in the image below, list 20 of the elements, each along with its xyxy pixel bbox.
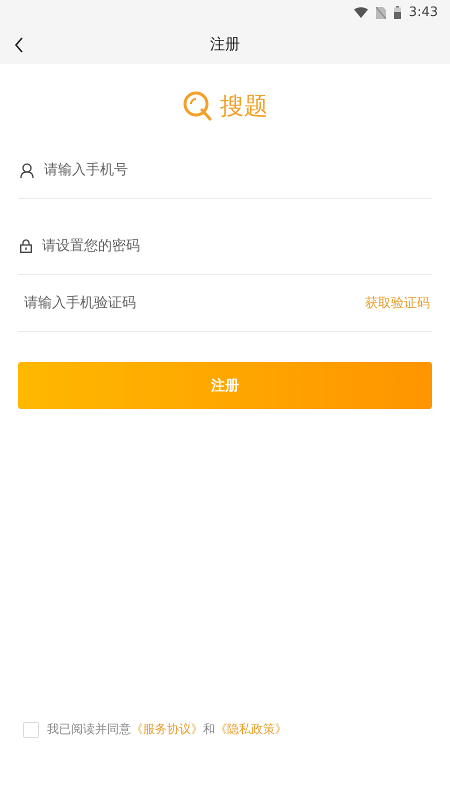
lock-icon — [20, 238, 32, 252]
register-button[interactable]: 注册 — [18, 362, 432, 409]
wifi-icon — [354, 7, 368, 18]
agreement-text: 我已阅读并同意 — [47, 721, 131, 738]
status-time: 3:43 — [408, 5, 438, 20]
input-field[interactable]: 请输入手机验证码 — [24, 295, 355, 311]
search-icon — [182, 90, 214, 122]
agreement-text: 和 — [203, 721, 215, 738]
no-sim-icon — [376, 6, 386, 18]
back-icon — [14, 37, 24, 53]
get-code-link[interactable]: 获取验证码 — [365, 294, 430, 312]
page-title: 注册 — [210, 35, 240, 54]
user-icon — [20, 162, 34, 178]
app-name: 搜题 — [220, 91, 268, 122]
agreement-checkbox[interactable] — [23, 722, 39, 738]
input-field[interactable]: 请设置您的密码 — [42, 238, 430, 254]
policy-link[interactable]: 《隐私政策》 — [215, 721, 287, 738]
input-field[interactable]: 请输入手机号 — [44, 162, 430, 178]
battery-icon — [394, 6, 401, 19]
policy-link[interactable]: 《服务协议》 — [131, 721, 203, 738]
